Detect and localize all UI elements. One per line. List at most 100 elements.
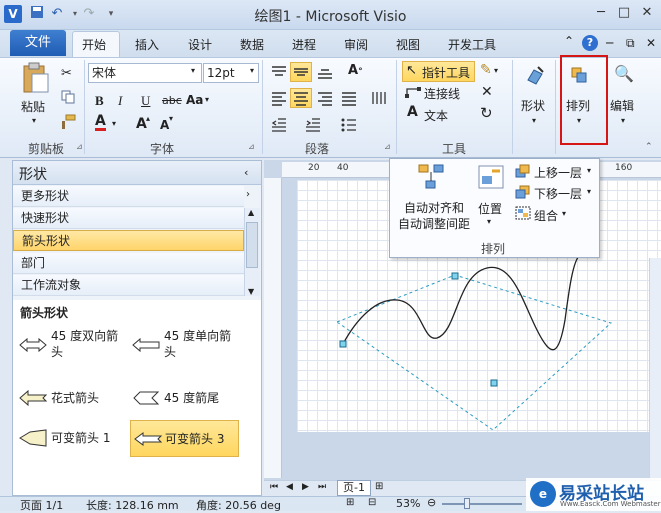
align-middle-button[interactable]	[290, 62, 312, 82]
send-backward-button[interactable]: 下移一层	[534, 185, 582, 202]
paste-icon[interactable]	[20, 62, 50, 97]
panel-item-more-shapes[interactable]: 更多形状	[13, 186, 244, 207]
stencil-shape-45-tail[interactable]: 45 度箭尾	[131, 388, 246, 408]
tab-design[interactable]: 设计	[188, 36, 212, 53]
edit-dropdown-icon[interactable]: ▾	[621, 116, 625, 125]
panel-item-arrow-shapes[interactable]: 箭头形状	[13, 230, 244, 251]
panel-scroll-thumb[interactable]	[246, 222, 258, 268]
connector-icon[interactable]	[405, 84, 421, 101]
paste-button[interactable]: 粘贴	[21, 98, 45, 115]
text-tool-icon[interactable]: A	[407, 104, 418, 120]
font-name-dropdown-icon[interactable]: ▾	[191, 66, 195, 75]
bullets-icon[interactable]	[340, 116, 358, 135]
bring-forward-button[interactable]: 上移一层	[534, 164, 582, 181]
restore-button[interactable]: □	[613, 3, 635, 23]
arrange-button[interactable]: 排列	[566, 97, 590, 114]
position-dropdown-icon[interactable]: ▾	[487, 217, 491, 226]
shrink-font-button[interactable]: A	[160, 118, 169, 132]
ribbon-collapse-icon[interactable]: ⌃	[645, 142, 653, 152]
align-bottom-icon[interactable]	[316, 64, 334, 83]
align-center-button[interactable]	[290, 88, 312, 108]
tab-process[interactable]: 进程	[292, 36, 316, 53]
justify-icon[interactable]	[340, 90, 358, 109]
doc-restore-icon[interactable]: ⧉	[626, 36, 635, 51]
doc-close-icon[interactable]: ✕	[646, 36, 656, 50]
stencil-shape-variable-arrow-3[interactable]: 可变箭头 3	[130, 420, 239, 457]
increase-indent-icon[interactable]	[304, 116, 322, 135]
pencil-dropdown-icon[interactable]: ▾	[494, 66, 498, 75]
clipboard-launcher-icon[interactable]: ⊿	[76, 142, 83, 151]
zoom-slider[interactable]	[442, 503, 522, 505]
align-top-icon[interactable]	[270, 64, 288, 83]
tab-developer[interactable]: 开发工具	[448, 36, 496, 53]
arrange-dropdown-icon[interactable]: ▾	[577, 116, 581, 125]
close-button[interactable]: ✕	[636, 3, 658, 23]
bring-forward-dropdown-icon[interactable]: ▾	[587, 166, 591, 175]
prev-page-icon[interactable]: ◀	[286, 482, 293, 492]
panel-item-workflow-objects[interactable]: 工作流对象	[13, 275, 244, 296]
connection-point-icon[interactable]: ↻	[480, 104, 493, 122]
font-color-dropdown-icon[interactable]: ▾	[112, 119, 116, 128]
panel-scroll-up-icon[interactable]: ▲	[248, 208, 254, 217]
stencil-shape-45-single-arrow[interactable]: 45 度单向箭 头	[131, 327, 246, 365]
shape-style-dropdown-icon[interactable]: ▾	[532, 116, 536, 125]
panel-scroll-down-icon[interactable]: ▼	[248, 287, 254, 296]
format-painter-icon[interactable]	[60, 114, 76, 133]
underline-button[interactable]: U	[141, 93, 150, 109]
font-launcher-icon[interactable]: ⊿	[248, 142, 255, 151]
arrange-icon[interactable]	[570, 66, 588, 87]
edit-button[interactable]: 编辑	[610, 97, 634, 114]
connector-tool-button[interactable]: 连接线	[424, 85, 460, 102]
tab-insert[interactable]: 插入	[135, 36, 159, 53]
doc-minimize-icon[interactable]: ─	[606, 36, 613, 50]
help-icon[interactable]: ?	[582, 35, 598, 51]
paragraph-launcher-icon[interactable]: ⊿	[384, 142, 391, 151]
zoom-slider-thumb[interactable]	[464, 498, 470, 509]
vertical-scrollbar[interactable]	[649, 258, 661, 480]
minimize-ribbon-icon[interactable]: ⌃	[564, 34, 574, 48]
panel-item-department[interactable]: 部门	[13, 253, 244, 274]
cut-icon[interactable]: ✂	[61, 66, 72, 81]
bold-button[interactable]: B	[95, 93, 104, 109]
copy-icon[interactable]	[61, 90, 75, 107]
font-name-input[interactable]: 宋体	[88, 63, 202, 83]
zoom-out-icon[interactable]: ⊖	[427, 496, 436, 509]
paste-dropdown-icon[interactable]: ▾	[32, 116, 36, 125]
italic-button[interactable]: I	[118, 93, 122, 109]
position-button[interactable]: 位置	[478, 200, 502, 217]
change-case-dropdown-icon[interactable]: ▾	[205, 95, 209, 104]
align-left-icon[interactable]	[270, 90, 288, 109]
group-dropdown-icon[interactable]: ▾	[562, 209, 566, 218]
font-color-button[interactable]: A	[95, 114, 106, 131]
last-page-icon[interactable]: ⏭	[318, 482, 326, 492]
find-icon[interactable]: 🔍	[614, 64, 634, 83]
tab-view[interactable]: 视图	[396, 36, 420, 53]
tab-file[interactable]: 文件	[10, 30, 66, 56]
stencil-shape-fancy-arrow[interactable]: 花式箭头	[18, 388, 128, 408]
distribute-icon[interactable]	[370, 90, 388, 109]
presentation-view-icon[interactable]: ⊟	[368, 497, 376, 508]
change-case-button[interactable]: Aa	[186, 93, 203, 107]
tab-data[interactable]: 数据	[240, 36, 264, 53]
send-backward-dropdown-icon[interactable]: ▾	[587, 187, 591, 196]
text-tool-button[interactable]: 文本	[424, 107, 448, 124]
first-page-icon[interactable]: ⏮	[270, 482, 278, 492]
pencil-icon[interactable]: ✎	[480, 62, 492, 78]
shape-style-button[interactable]: 形状	[521, 97, 545, 114]
minimize-button[interactable]: ─	[590, 3, 612, 23]
stencil-shape-variable-arrow-1[interactable]: 可变箭头 1	[18, 428, 128, 450]
auto-align-button[interactable]: 自动对齐和 自动调整间距	[398, 200, 470, 232]
shape-style-icon[interactable]	[524, 64, 546, 89]
group-button[interactable]: 组合	[534, 207, 558, 224]
collapse-panel-icon[interactable]: ‹	[244, 166, 248, 179]
insert-page-icon[interactable]: ⊞	[375, 481, 383, 492]
close-x-icon[interactable]: ✕	[481, 84, 493, 100]
stencil-shape-45-double-arrow[interactable]: 45 度双向箭 头	[18, 327, 128, 365]
full-page-view-icon[interactable]: ⊞	[346, 497, 354, 508]
text-direction-icon[interactable]: A°	[348, 63, 363, 78]
align-right-icon[interactable]	[316, 90, 334, 109]
next-page-icon[interactable]: ▶	[302, 482, 309, 492]
page-tab[interactable]: 页-1	[337, 480, 371, 496]
zoom-level[interactable]: 53%	[396, 497, 420, 510]
tab-home[interactable]: 开始	[82, 36, 106, 53]
